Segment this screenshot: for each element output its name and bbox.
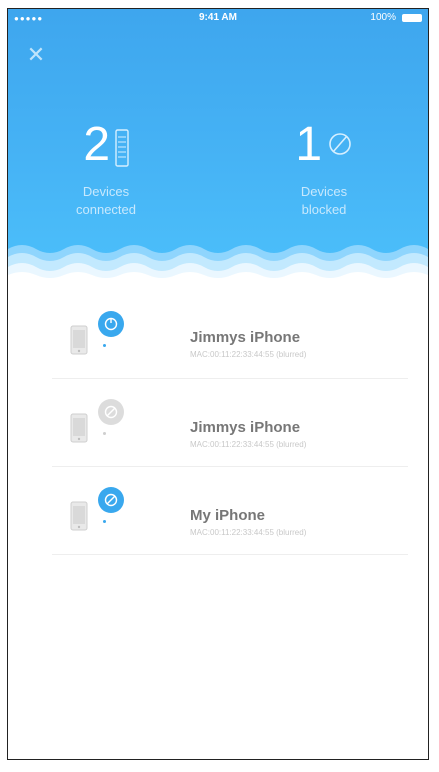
device-name: Jimmys iPhone: [190, 329, 301, 346]
connected-count: 2: [83, 118, 110, 171]
device-row[interactable]: Jimmys iPhone MAC:00:11:22:33:44:55 (blu…: [8, 291, 428, 379]
row-divider: [52, 554, 408, 555]
wave-divider: [8, 245, 428, 299]
device-row[interactable]: Jimmys iPhone MAC:00:11:22:33:44:55 (blu…: [8, 379, 428, 467]
blocked-label-line1: Devices: [300, 184, 348, 199]
device-name: Jimmys iPhone: [190, 419, 301, 436]
device-mac: MAC:00:11:22:33:44:55 (blurred): [190, 350, 307, 359]
blocked-label: Devices blocked: [234, 183, 414, 219]
phone-icon: [70, 325, 88, 355]
device-row[interactable]: My iPhone MAC:00:11:22:33:44:55 (blurred…: [8, 467, 428, 555]
close-icon: ✕: [26, 42, 46, 67]
blocked-count: 1: [295, 118, 322, 171]
close-button[interactable]: ✕: [24, 43, 48, 67]
connected-label-line1: Devices: [82, 184, 130, 199]
blocked-stat: 1 Devices blocked: [234, 119, 414, 219]
status-indicator-dot: [103, 520, 106, 523]
phone-icon: [70, 413, 88, 443]
status-time: 9:41 AM: [199, 12, 237, 23]
blocked-icon: [327, 129, 353, 164]
phone-stack-icon: [114, 129, 129, 172]
battery-percent: 100%: [370, 12, 396, 23]
connected-status-icon: [98, 487, 124, 513]
connected-status-icon: [98, 311, 124, 337]
status-indicator-dot: [103, 432, 106, 435]
blocked-status-icon: [98, 399, 124, 425]
phone-icon: [70, 501, 88, 531]
connected-label-line2: connected: [76, 202, 136, 217]
battery-icon: [402, 14, 422, 22]
blocked-label-line2: blocked: [301, 202, 347, 217]
device-list: Jimmys iPhone MAC:00:11:22:33:44:55 (blu…: [8, 291, 428, 555]
connected-stat: 2 Devices connected: [16, 119, 196, 219]
device-mac: MAC:00:11:22:33:44:55 (blurred): [190, 528, 307, 537]
device-mac: MAC:00:11:22:33:44:55 (blurred): [190, 440, 307, 449]
connected-label: Devices connected: [16, 183, 196, 219]
device-name: My iPhone: [190, 507, 266, 524]
status-indicator-dot: [103, 344, 106, 347]
app-screen: ●●●●● 9:41 AM 100% ✕ 2 Devices connected…: [7, 8, 429, 760]
status-bar: ●●●●● 9:41 AM 100%: [8, 9, 428, 29]
